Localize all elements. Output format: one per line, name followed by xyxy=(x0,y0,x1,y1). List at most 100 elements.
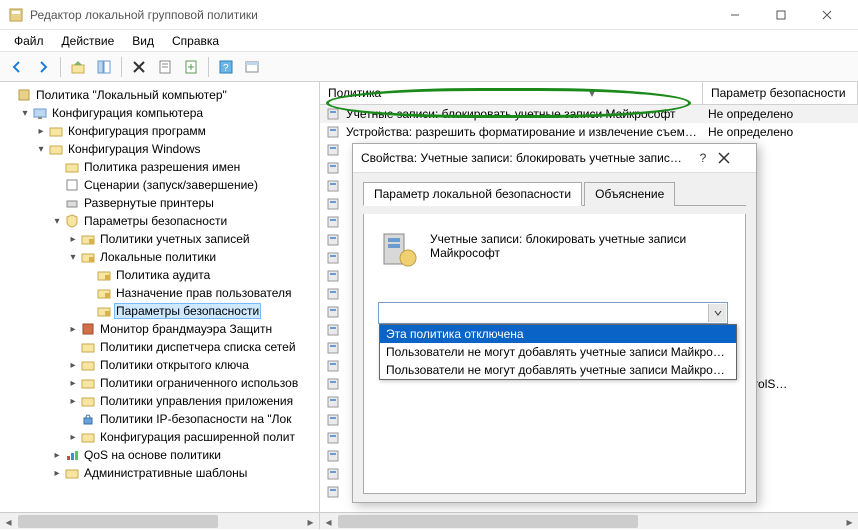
scroll-right-icon[interactable]: ▸ xyxy=(302,513,319,529)
tree-netlist[interactable]: Политики диспетчера списка сетей xyxy=(66,338,317,356)
scroll-left-icon[interactable]: ◂ xyxy=(320,513,337,530)
collapse-icon[interactable]: ▾ xyxy=(50,216,64,227)
folder-icon xyxy=(80,430,96,444)
collapse-icon[interactable]: ▾ xyxy=(66,252,80,263)
dialog-help-button[interactable]: ? xyxy=(688,151,718,165)
column-policy[interactable]: Политика ▾ xyxy=(320,82,703,104)
scrollbar-thumb[interactable] xyxy=(338,515,638,528)
back-button[interactable] xyxy=(6,56,28,78)
properties-button[interactable] xyxy=(154,56,176,78)
menu-help[interactable]: Справка xyxy=(164,32,227,50)
folder-icon xyxy=(80,340,96,354)
tree-appctrl[interactable]: ▸Политики управления приложения xyxy=(66,392,317,410)
horizontal-scrollbar[interactable]: ◂ ▸ xyxy=(320,512,858,529)
collapse-icon[interactable]: ▾ xyxy=(34,144,48,155)
tree-user-rights[interactable]: Назначение прав пользователя xyxy=(82,284,317,302)
policy-item-icon xyxy=(326,431,342,445)
dialog-title: Свойства: Учетные записи: блокировать уч… xyxy=(361,151,688,165)
expand-icon[interactable]: ▸ xyxy=(66,324,80,335)
tree-security-options[interactable]: Параметры безопасности xyxy=(82,302,317,320)
expand-icon[interactable]: ▸ xyxy=(50,468,64,479)
expand-icon[interactable]: ▸ xyxy=(66,396,80,407)
policy-item-icon xyxy=(326,305,342,319)
up-button[interactable] xyxy=(67,56,89,78)
tree-advaudit[interactable]: ▸Конфигурация расширенной полит xyxy=(66,428,317,446)
maximize-button[interactable] xyxy=(758,0,804,30)
refresh-button[interactable] xyxy=(241,56,263,78)
tree-local-policies[interactable]: ▾Локальные политики xyxy=(66,248,317,266)
tree-qos[interactable]: ▸QoS на основе политики xyxy=(50,446,317,464)
tree-firewall[interactable]: ▸Монитор брандмауэра Защитн xyxy=(66,320,317,338)
tree-ipsec[interactable]: Политики IP-безопасности на "Лок xyxy=(66,410,317,428)
tree-security-params[interactable]: ▾Параметры безопасности xyxy=(50,212,317,230)
chevron-down-icon[interactable] xyxy=(708,304,726,322)
lock-icon xyxy=(80,412,96,426)
dialog-tabs: Параметр локальной безопасности Объяснен… xyxy=(363,181,746,206)
tree-audit-policy[interactable]: Политика аудита xyxy=(82,266,317,284)
column-security[interactable]: Параметр безопасности xyxy=(703,82,858,104)
folder-icon xyxy=(80,394,96,408)
horizontal-scrollbar[interactable]: ◂ ▸ xyxy=(0,512,319,529)
dialog-titlebar[interactable]: Свойства: Учетные записи: блокировать уч… xyxy=(353,144,756,173)
folder-lock-icon xyxy=(96,286,112,300)
policy-item-icon xyxy=(326,413,342,427)
policy-text: Учетные записи: блокировать учетные запи… xyxy=(346,107,702,121)
folder-icon xyxy=(80,358,96,372)
dropdown-option[interactable]: Пользователи не могут добавлять учетные … xyxy=(380,361,736,379)
scroll-right-icon[interactable]: ▸ xyxy=(841,513,858,530)
chart-icon xyxy=(64,448,80,462)
policy-security: Не определено xyxy=(702,107,852,121)
tab-explanation[interactable]: Объяснение xyxy=(584,182,675,206)
scroll-left-icon[interactable]: ◂ xyxy=(0,513,17,529)
tree-pubkey[interactable]: ▸Политики открытого ключа xyxy=(66,356,317,374)
collapse-icon[interactable]: ▾ xyxy=(18,108,32,119)
server-icon xyxy=(378,228,418,272)
policy-item-icon xyxy=(326,467,342,481)
expand-icon[interactable]: ▸ xyxy=(34,126,48,137)
menu-file[interactable]: Файл xyxy=(6,32,52,50)
expand-icon[interactable]: ▸ xyxy=(66,360,80,371)
policy-item-icon xyxy=(326,251,342,265)
tab-local-security[interactable]: Параметр локальной безопасности xyxy=(363,182,582,206)
tree-windows-config[interactable]: ▾Конфигурация Windows xyxy=(34,140,317,158)
minimize-button[interactable] xyxy=(712,0,758,30)
shield-icon xyxy=(64,214,80,228)
help-button[interactable]: ? xyxy=(215,56,237,78)
policy-item-icon xyxy=(326,341,342,355)
delete-button[interactable] xyxy=(128,56,150,78)
policy-item-icon xyxy=(326,323,342,337)
forward-button[interactable] xyxy=(32,56,54,78)
dialog-close-button[interactable] xyxy=(718,152,748,164)
show-hide-tree-button[interactable] xyxy=(93,56,115,78)
tree-restricted[interactable]: ▸Политики ограниченного использов xyxy=(66,374,317,392)
menu-view[interactable]: Вид xyxy=(124,32,162,50)
tree-software[interactable]: ▸Конфигурация программ xyxy=(34,122,317,140)
tree-account-policies[interactable]: ▸Политики учетных записей xyxy=(66,230,317,248)
dropdown-list[interactable]: Эта политика отключенаПользователи не мо… xyxy=(379,324,737,380)
tree-printers[interactable]: Развернутые принтеры xyxy=(50,194,317,212)
tree-root[interactable]: Политика "Локальный компьютер" xyxy=(2,86,317,104)
export-button[interactable] xyxy=(180,56,202,78)
tree-computer-config[interactable]: ▾ Конфигурация компьютера xyxy=(18,104,317,122)
expand-icon[interactable]: ▸ xyxy=(66,234,80,245)
policy-item-icon xyxy=(326,197,342,211)
dropdown-option[interactable]: Пользователи не могут добавлять учетные … xyxy=(380,343,736,361)
tree-admin-templates[interactable]: ▸Административные шаблоны xyxy=(50,464,317,482)
expand-icon[interactable]: ▸ xyxy=(50,450,64,461)
tree-name-policy[interactable]: Политика разрешения имен xyxy=(50,158,317,176)
expand-icon[interactable]: ▸ xyxy=(66,432,80,443)
policy-value-combobox[interactable]: Эта политика отключенаПользователи не мо… xyxy=(378,302,728,324)
list-row[interactable]: Учетные записи: блокировать учетные запи… xyxy=(320,105,858,123)
folder-icon xyxy=(80,376,96,390)
printer-icon xyxy=(64,196,80,210)
menu-action[interactable]: Действие xyxy=(54,32,123,50)
tree-scripts[interactable]: Сценарии (запуск/завершение) xyxy=(50,176,317,194)
tree-pane[interactable]: Политика "Локальный компьютер" ▾ Конфигу… xyxy=(0,82,320,529)
scrollbar-thumb[interactable] xyxy=(18,515,218,528)
close-button[interactable] xyxy=(804,0,850,30)
policy-item-icon xyxy=(326,269,342,283)
list-row[interactable]: Устройства: разрешить форматирование и и… xyxy=(320,123,858,141)
expand-icon[interactable]: ▸ xyxy=(66,378,80,389)
dropdown-option[interactable]: Эта политика отключена xyxy=(380,325,736,343)
menubar: Файл Действие Вид Справка xyxy=(0,30,858,52)
